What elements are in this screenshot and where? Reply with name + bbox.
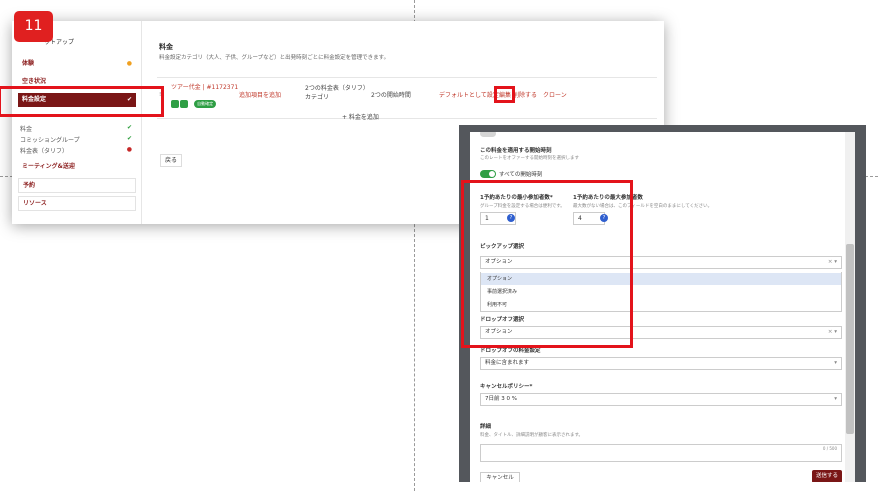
bus-icon [171,99,179,108]
clock-icon [180,99,188,108]
character-counter: 0 / 500 [822,446,837,451]
rate-row: ≡ ツアー代金 | #1172371 自動確定 追加項目を追加 2つの料金表（タ… [157,77,657,119]
sidebar-subitem-rates[interactable]: 料金 ✔ [20,124,136,133]
check-icon: ✔ [126,135,132,142]
scrollbar-thumb[interactable] [846,244,854,434]
back-button[interactable]: 戻る [160,154,182,167]
toggle-switch[interactable] [480,132,496,137]
sidebar-item-label: ミーティング&送迎 [22,163,75,170]
sidebar-item-meeting-transfer[interactable]: ミーティング&送迎 [18,160,136,174]
add-rate-button[interactable]: + 料金を追加 [342,112,379,121]
all-start-times-label: すべての開始時刻 [499,172,543,178]
sidebar-subitem-commission-groups[interactable]: コミッショングループ ✔ [20,135,136,144]
check-icon: ✔ [126,124,132,131]
cancel-policy-label: キャンセルポリシー* [480,384,533,390]
highlight-edit-link [494,86,515,103]
clear-chevron-icon[interactable]: × ▾ [828,327,837,338]
status-dot-icon: ● [126,146,132,153]
setup-sidebar: ットアップ 体験 ● 空き状況 料金設定 ✔ 料金 ✔ コミッショングループ ✔… [12,21,142,224]
start-times-text: 2つの開始時間 [371,92,411,99]
cancel-button[interactable]: キャンセル [480,472,520,482]
submit-button[interactable]: 送信する [812,470,842,482]
delete-link[interactable]: 削除する [513,90,537,99]
rate-icons: 自動確定 [171,93,217,112]
clear-chevron-icon[interactable]: × ▾ [828,257,837,268]
status-dot-icon: ● [126,60,132,67]
sidebar-item-experience[interactable]: 体験 ● [18,57,136,71]
clone-link[interactable]: クローン [543,90,567,99]
highlight-participants-pickup [461,180,633,348]
highlight-pricing-sidebar [0,86,164,117]
sidebar-item-label: 体験 [22,60,35,67]
applies-start-times-help: このレートをオファーする開始時刻を選択します [480,156,579,161]
all-start-times-toggle[interactable] [480,170,496,178]
chevron-down-icon[interactable]: ▾ [834,394,837,405]
sidebar-item-reservations[interactable]: 予約 [18,178,136,193]
details-label: 詳細 [480,424,492,430]
sidebar-subitem-tariffs[interactable]: 料金表（タリフ） ● [20,146,136,155]
step-number-badge: 11 [14,11,53,42]
sidebar-item-label: 空き状況 [22,78,47,85]
cancel-policy-select[interactable]: 7日前 3 0 % ▾ [480,393,842,406]
add-extra-link[interactable]: 追加項目を追加 [239,90,281,99]
details-textarea[interactable]: 0 / 500 [480,444,842,462]
rate-name: ツアー代金 | #1172371 [171,84,239,91]
page-description: 料金設定カテゴリ（大人、子供、グループなど）と出発時刻ごとに料金設定を管理できま… [159,55,390,61]
scrollbar[interactable] [845,132,855,482]
page-title: 料金 [159,43,173,51]
tariff-categories-text: 2つの料金表（タリフ）カテゴリ [305,85,369,101]
details-help: 料金、タイトル、詳細説明が顧客に表示されます。 [480,433,584,438]
sidebar-item-resources[interactable]: リソース [18,196,136,211]
dropoff-pricing-select[interactable]: 料金に含まれます ▾ [480,357,842,370]
set-default-link[interactable]: デフォルトとして設定 [439,90,499,99]
auto-confirm-badge: 自動確定 [194,99,217,108]
applies-start-times-label: この料金を適用する開始時刻 [480,148,552,154]
chevron-down-icon[interactable]: ▾ [834,358,837,369]
